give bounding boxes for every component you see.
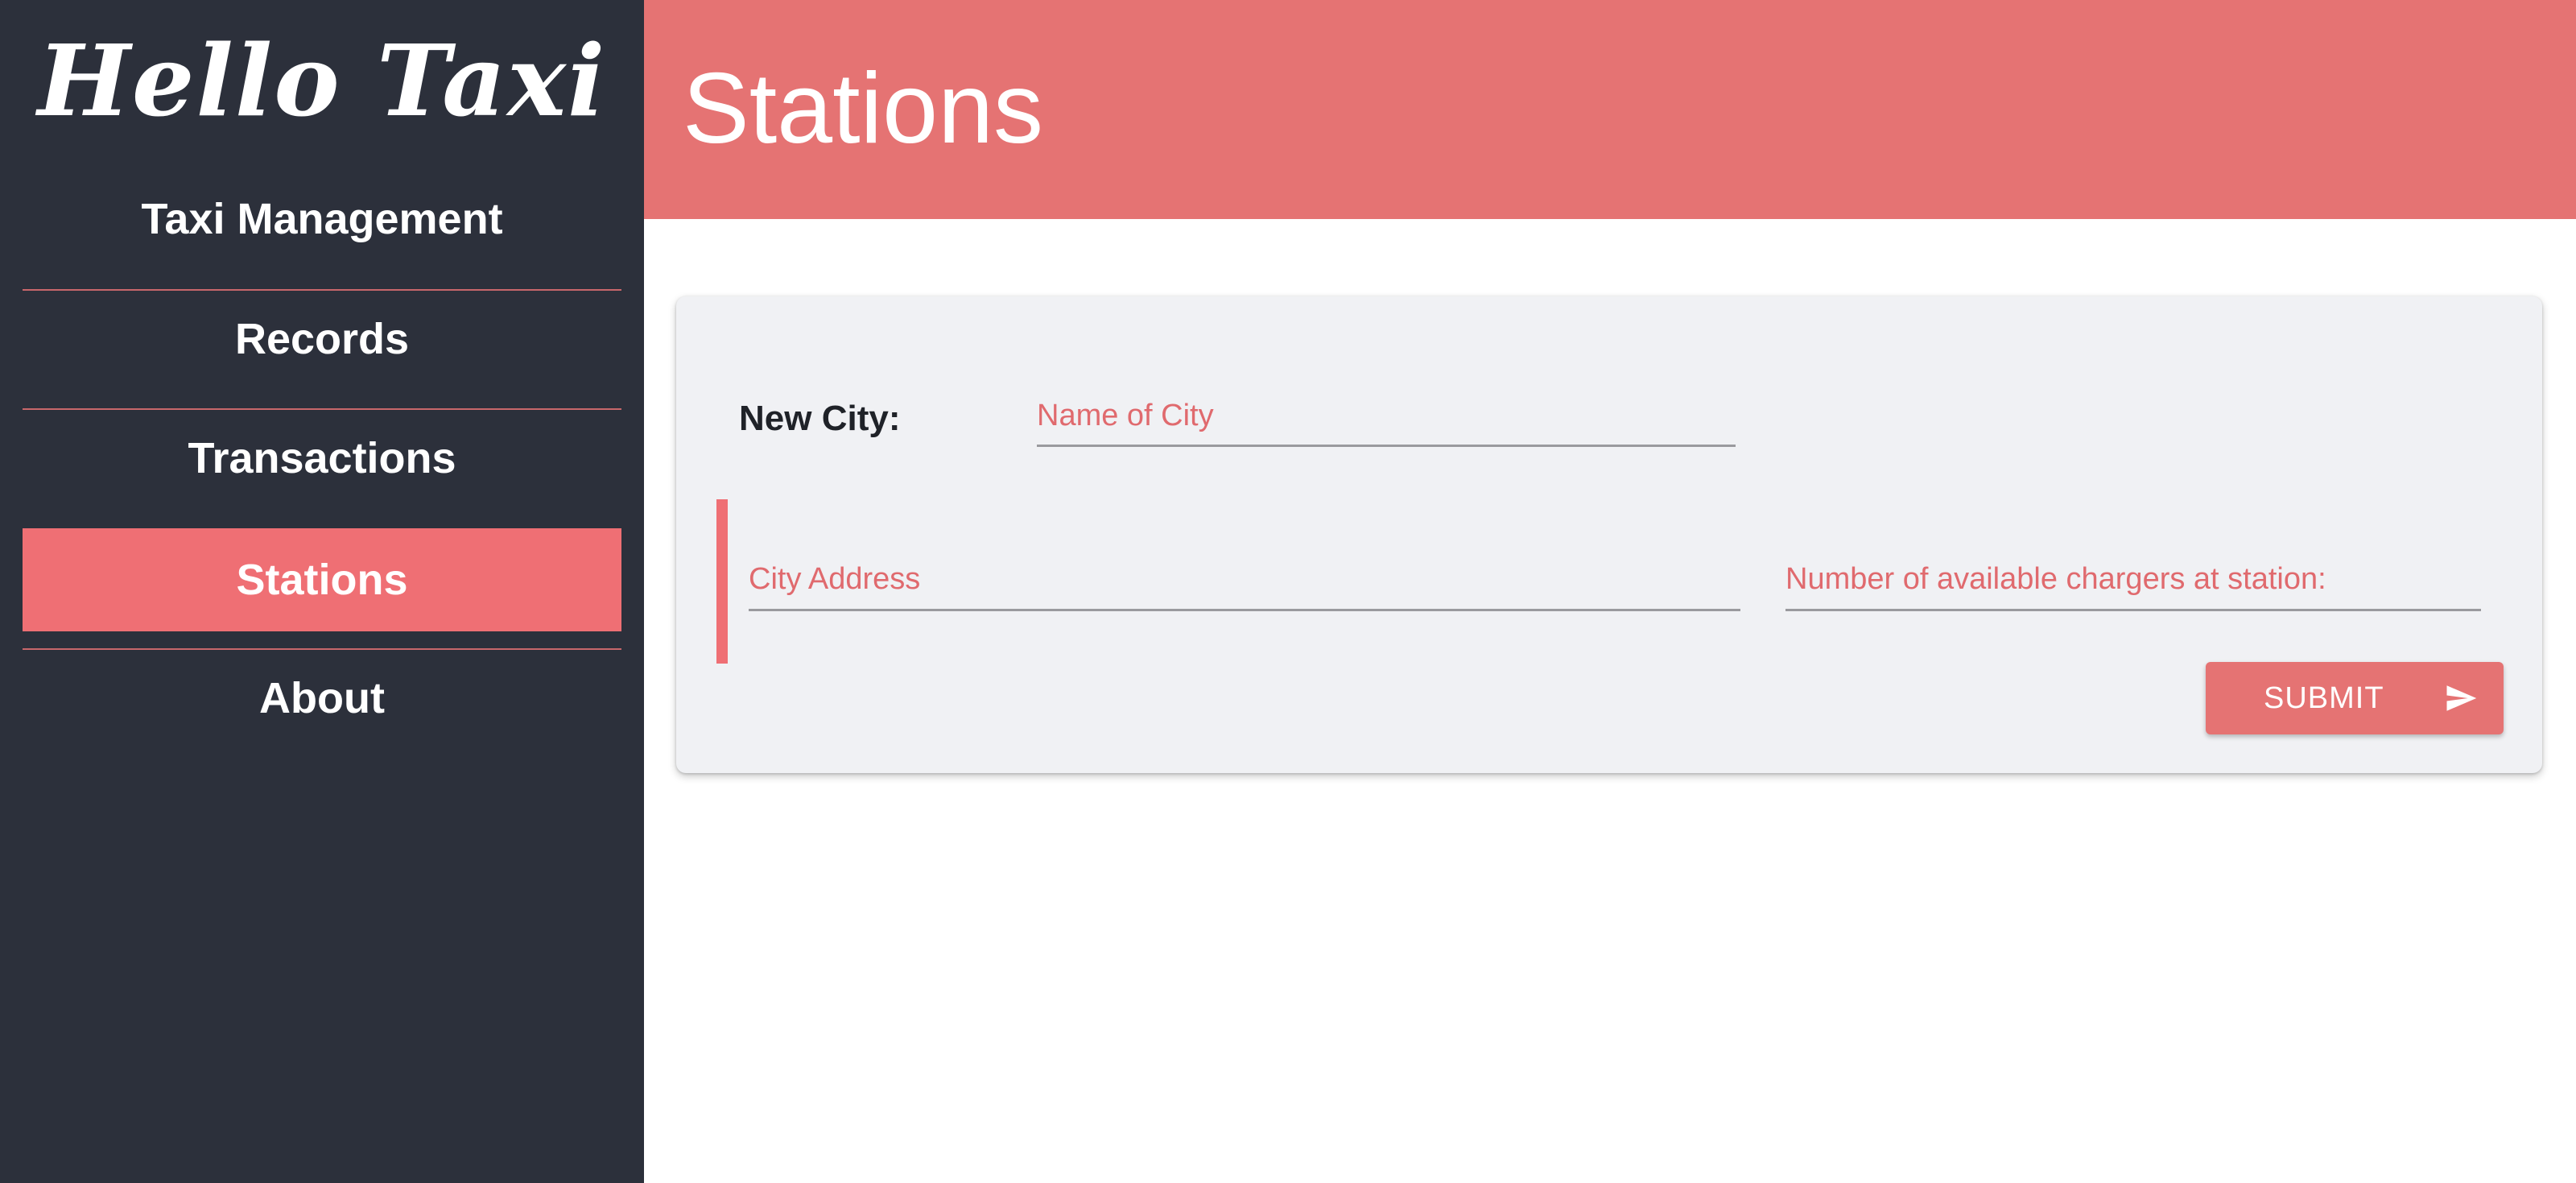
submit-label: SUBMIT	[2264, 681, 2384, 715]
app-logo[interactable]: Hello Taxi	[0, 16, 644, 145]
sidebar-item-about[interactable]: About	[23, 647, 621, 750]
chargers-field[interactable]	[1785, 549, 2481, 611]
chargers-input[interactable]	[1785, 549, 2481, 609]
new-city-form-card: New City: SUBMIT	[676, 296, 2542, 773]
page-title: Stations	[683, 53, 1044, 164]
focus-accent-bar	[716, 499, 728, 664]
city-name-input[interactable]	[1037, 387, 1736, 445]
submit-button[interactable]: SUBMIT	[2206, 662, 2504, 734]
send-icon	[2446, 685, 2477, 711]
sidebar-item-taxi-management[interactable]: Taxi Management	[23, 168, 621, 271]
sidebar-item-transactions[interactable]: Transactions	[23, 407, 621, 510]
city-address-field[interactable]	[749, 549, 1740, 611]
page-header: Stations	[644, 0, 2576, 219]
city-name-field[interactable]	[1037, 387, 1736, 447]
sidebar-item-stations[interactable]: Stations	[23, 528, 621, 631]
city-address-input[interactable]	[749, 549, 1740, 609]
new-city-label: New City:	[739, 399, 901, 438]
sidebar: Hello Taxi Taxi Management Records Trans…	[0, 0, 644, 1183]
sidebar-item-records[interactable]: Records	[23, 287, 621, 391]
